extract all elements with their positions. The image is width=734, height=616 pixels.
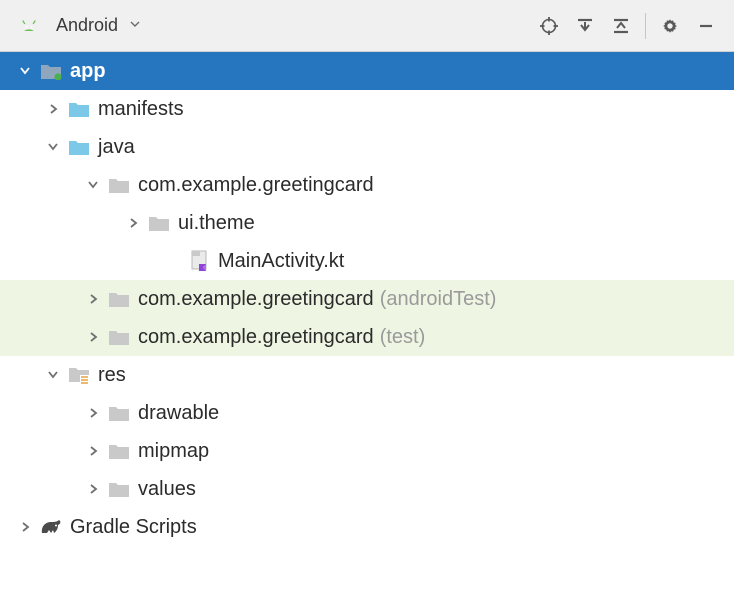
chevron-right-icon [80, 483, 106, 495]
module-folder-icon [38, 58, 64, 84]
chevron-down-icon [40, 369, 66, 381]
select-open-file-button[interactable] [531, 8, 567, 44]
project-tree: app manifests java com.example.greetingc… [0, 52, 734, 556]
folder-icon [66, 134, 92, 160]
collapse-all-button[interactable] [603, 8, 639, 44]
folder-icon [106, 400, 132, 426]
package-folder-icon [106, 286, 132, 312]
tree-node-package-main[interactable]: com.example.greetingcard [0, 166, 734, 204]
tree-node-gradle-scripts[interactable]: Gradle Scripts [0, 508, 734, 546]
view-selector-label: Android [56, 15, 118, 36]
tree-context: (androidTest) [380, 288, 497, 311]
tree-context: (test) [380, 326, 426, 349]
settings-button[interactable] [652, 8, 688, 44]
view-selector[interactable]: Android [10, 9, 146, 43]
gradle-elephant-icon [38, 514, 64, 540]
gear-icon [660, 16, 680, 36]
tree-label: Gradle Scripts [70, 516, 197, 539]
package-folder-icon [146, 210, 172, 236]
chevron-down-icon [40, 141, 66, 153]
chevron-down-icon [12, 65, 38, 77]
chevron-right-icon [80, 331, 106, 343]
tree-label: res [98, 364, 126, 387]
tree-node-java[interactable]: java [0, 128, 734, 166]
tree-label: java [98, 136, 135, 159]
tree-label: com.example.greetingcard [138, 288, 374, 311]
folder-icon [66, 96, 92, 122]
minimize-icon [697, 17, 715, 35]
package-folder-icon [106, 172, 132, 198]
tree-node-package-test[interactable]: com.example.greetingcard (test) [0, 318, 734, 356]
tree-node-mipmap[interactable]: mipmap [0, 432, 734, 470]
package-folder-icon [106, 324, 132, 350]
crosshair-icon [539, 16, 559, 36]
chevron-right-icon [40, 103, 66, 115]
chevron-down-icon [80, 179, 106, 191]
project-view-toolbar: Android [0, 0, 734, 52]
tree-label: MainActivity.kt [218, 250, 344, 273]
folder-icon [106, 476, 132, 502]
tree-label: com.example.greetingcard [138, 326, 374, 349]
tree-label: values [138, 478, 196, 501]
tree-node-main-activity[interactable]: MainActivity.kt [0, 242, 734, 280]
tree-label: drawable [138, 402, 219, 425]
chevron-down-icon [130, 19, 140, 32]
chevron-right-icon [120, 217, 146, 229]
tree-node-drawable[interactable]: drawable [0, 394, 734, 432]
toolbar-separator [645, 13, 646, 39]
tree-label: mipmap [138, 440, 209, 463]
tree-label: com.example.greetingcard [138, 174, 374, 197]
android-head-icon [16, 13, 42, 39]
tree-node-ui-theme[interactable]: ui.theme [0, 204, 734, 242]
tree-node-package-android-test[interactable]: com.example.greetingcard (androidTest) [0, 280, 734, 318]
hide-button[interactable] [688, 8, 724, 44]
toolbar-right [531, 8, 724, 44]
chevron-right-icon [80, 293, 106, 305]
chevron-right-icon [80, 407, 106, 419]
expand-all-icon [576, 17, 594, 35]
chevron-right-icon [80, 445, 106, 457]
kotlin-file-icon [186, 248, 212, 274]
tree-node-manifests[interactable]: manifests [0, 90, 734, 128]
tree-label: app [70, 60, 106, 83]
tree-label: ui.theme [178, 212, 255, 235]
collapse-all-icon [612, 17, 630, 35]
tree-node-res[interactable]: res [0, 356, 734, 394]
tree-label: manifests [98, 98, 184, 121]
chevron-right-icon [12, 521, 38, 533]
expand-all-button[interactable] [567, 8, 603, 44]
tree-node-app[interactable]: app [0, 52, 734, 90]
tree-node-values[interactable]: values [0, 470, 734, 508]
folder-icon [106, 438, 132, 464]
res-folder-icon [66, 362, 92, 388]
